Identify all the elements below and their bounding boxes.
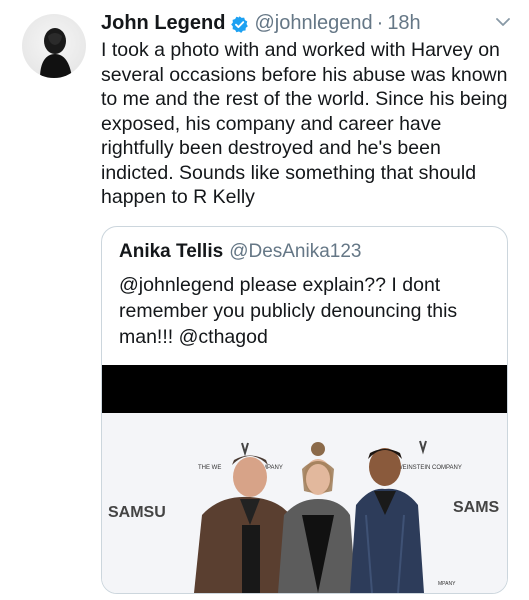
quoted-author-handle: @DesAnika123 (229, 241, 362, 262)
tweet: John Legend @johnlegend · 18h I took a p… (101, 8, 515, 210)
quoted-tweet-photo[interactable]: THE WE MPANY WEINSTEIN COMPANY MPANY SAM… (102, 365, 507, 593)
backdrop-sponsor-right: SAMS (453, 499, 500, 516)
quoted-tweet-header: Anika Tellis @DesAnika123 (119, 241, 362, 263)
quoted-tweet[interactable]: Anika Tellis @DesAnika123 @johnlegend ple… (101, 226, 508, 594)
tweet-time[interactable]: 18h (387, 12, 420, 35)
backdrop-logo-left: THE WE (198, 465, 221, 471)
backdrop-logo-bottom: MPANY (438, 581, 456, 587)
avatar[interactable] (22, 14, 86, 78)
quoted-author-name: Anika Tellis (119, 241, 224, 262)
quoted-tweet-text: @johnlegend please explain?? I dont reme… (119, 274, 458, 348)
tweet-text: I took a photo with and worked with Harv… (101, 39, 508, 208)
backdrop-logo-right: WEINSTEIN COMPANY (397, 465, 462, 471)
avatar-image (40, 28, 72, 78)
tweet-header: John Legend @johnlegend · 18h (101, 8, 515, 38)
author-name[interactable]: John Legend (101, 12, 225, 35)
backdrop-sponsor-left: SAMSU (108, 504, 166, 521)
chevron-down-icon[interactable] (493, 12, 513, 32)
author-handle[interactable]: @johnlegend (254, 12, 372, 35)
separator-dot: · (376, 11, 384, 34)
verified-badge-icon (230, 15, 249, 34)
